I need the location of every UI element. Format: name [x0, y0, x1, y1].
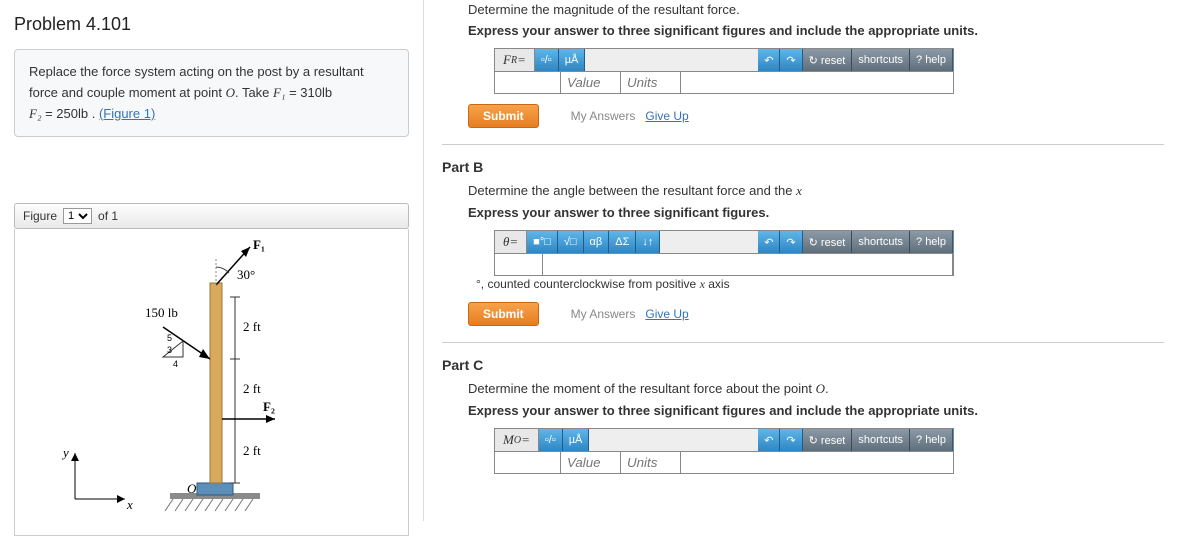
reset-btn[interactable]: ↻ reset: [803, 429, 853, 451]
partc-units-input[interactable]: [621, 452, 681, 473]
partb-value-input[interactable]: [543, 254, 953, 275]
figure-toolbar: Figure 1 of 1: [14, 203, 409, 229]
figure-of: of 1: [98, 209, 118, 223]
help-btn[interactable]: ? help: [910, 429, 953, 451]
greek-btn[interactable]: αβ: [584, 231, 610, 253]
units-greek-btn[interactable]: µÅ: [563, 429, 590, 451]
shortcuts-btn[interactable]: shortcuts: [852, 49, 910, 71]
partb-suffix: °, counted counterclockwise from positiv…: [476, 277, 730, 292]
svg-text:2 ft: 2 ft: [243, 443, 261, 458]
units-greek-btn[interactable]: µÅ: [559, 49, 586, 71]
f1-var: F₁: [273, 85, 285, 100]
template-btn[interactable]: ▫/▫: [539, 429, 563, 451]
template-btn[interactable]: ▫/▫: [535, 49, 559, 71]
shortcuts-btn[interactable]: shortcuts: [852, 231, 910, 253]
template-btn[interactable]: ■°□: [527, 231, 558, 253]
sigma-btn[interactable]: ΔΣ: [609, 231, 636, 253]
stmt-b: . Take: [235, 85, 273, 100]
figure-link[interactable]: (Figure 1): [99, 106, 155, 121]
parta-myanswers-link[interactable]: My Answers: [571, 109, 636, 123]
figure-canvas: O 2 ft 2 ft 2 ft F₁ 30° F₂ 150 lb: [14, 229, 409, 536]
svg-text:x: x: [126, 497, 133, 512]
svg-text:4: 4: [173, 359, 178, 369]
undo-btn[interactable]: ↶: [758, 429, 780, 451]
figure-select[interactable]: 1: [63, 208, 92, 224]
svg-text:5: 5: [167, 333, 172, 343]
svg-text:O: O: [187, 481, 197, 496]
svg-text:y: y: [61, 445, 69, 460]
help-btn[interactable]: ? help: [910, 49, 953, 71]
svg-text:150 lb: 150 lb: [145, 305, 178, 320]
partc-var: MO =: [495, 429, 539, 451]
point-o: O: [226, 85, 235, 100]
partc-question: Determine the moment of the resultant fo…: [468, 381, 1164, 397]
redo-btn[interactable]: ↷: [780, 429, 802, 451]
f2-val: = 250lb: [41, 106, 88, 121]
undo-btn[interactable]: ↶: [758, 231, 780, 253]
svg-text:F₁: F₁: [253, 237, 265, 252]
redo-btn[interactable]: ↷: [780, 231, 802, 253]
problem-statement: Replace the force system acting on the p…: [14, 49, 409, 137]
sqrt-btn[interactable]: √□: [558, 231, 584, 253]
parta-answer-box: FR = ▫/▫ µÅ ↶ ↷ ↻ reset shortcuts ? help: [494, 48, 954, 94]
parta-instr: Express your answer to three significant…: [468, 23, 1164, 38]
svg-text:30°: 30°: [237, 267, 255, 282]
partc-instr: Express your answer to three significant…: [468, 403, 1164, 418]
parta-units-input[interactable]: [621, 72, 681, 93]
parta-value-input[interactable]: [561, 72, 621, 93]
shortcuts-btn[interactable]: shortcuts: [852, 429, 910, 451]
svg-text:3: 3: [167, 345, 172, 355]
problem-title: Problem 4.101: [14, 14, 409, 35]
svg-text:2 ft: 2 ft: [243, 319, 261, 334]
help-btn[interactable]: ? help: [910, 231, 953, 253]
reset-btn[interactable]: ↻ reset: [803, 49, 853, 71]
f1-val: = 310lb: [285, 85, 332, 100]
partb-question: Determine the angle between the resultan…: [468, 183, 1164, 199]
f2-var: F₂: [29, 106, 41, 121]
partb-var: θ =: [495, 231, 527, 253]
redo-btn[interactable]: ↷: [780, 49, 802, 71]
parta-giveup-link[interactable]: Give Up: [645, 109, 688, 123]
partb-submit-button[interactable]: Submit: [468, 302, 539, 326]
partb-title: Part B: [442, 159, 1164, 175]
partc-answer-box: MO = ▫/▫ µÅ ↶ ↷ ↻ reset shortcuts ? help: [494, 428, 954, 474]
partc-title: Part C: [442, 357, 1164, 373]
parta-var: FR =: [495, 49, 535, 71]
parta-question: Determine the magnitude of the resultant…: [468, 2, 1164, 17]
arrows-btn[interactable]: ↓↑: [636, 231, 660, 253]
partb-giveup-link[interactable]: Give Up: [645, 307, 688, 321]
figure-label: Figure: [23, 209, 57, 223]
partc-value-input[interactable]: [561, 452, 621, 473]
undo-btn[interactable]: ↶: [758, 49, 780, 71]
partb-answer-box: θ = ■°□ √□ αβ ΔΣ ↓↑ ↶ ↷ ↻ reset shortcut…: [494, 230, 954, 276]
partb-myanswers-link[interactable]: My Answers: [571, 307, 636, 321]
svg-text:F₂: F₂: [263, 399, 275, 414]
diagram-svg: O 2 ft 2 ft 2 ft F₁ 30° F₂ 150 lb: [15, 229, 411, 536]
reset-btn[interactable]: ↻ reset: [803, 231, 853, 253]
parta-submit-button[interactable]: Submit: [468, 104, 539, 128]
partb-instr: Express your answer to three significant…: [468, 205, 1164, 220]
svg-text:2 ft: 2 ft: [243, 381, 261, 396]
